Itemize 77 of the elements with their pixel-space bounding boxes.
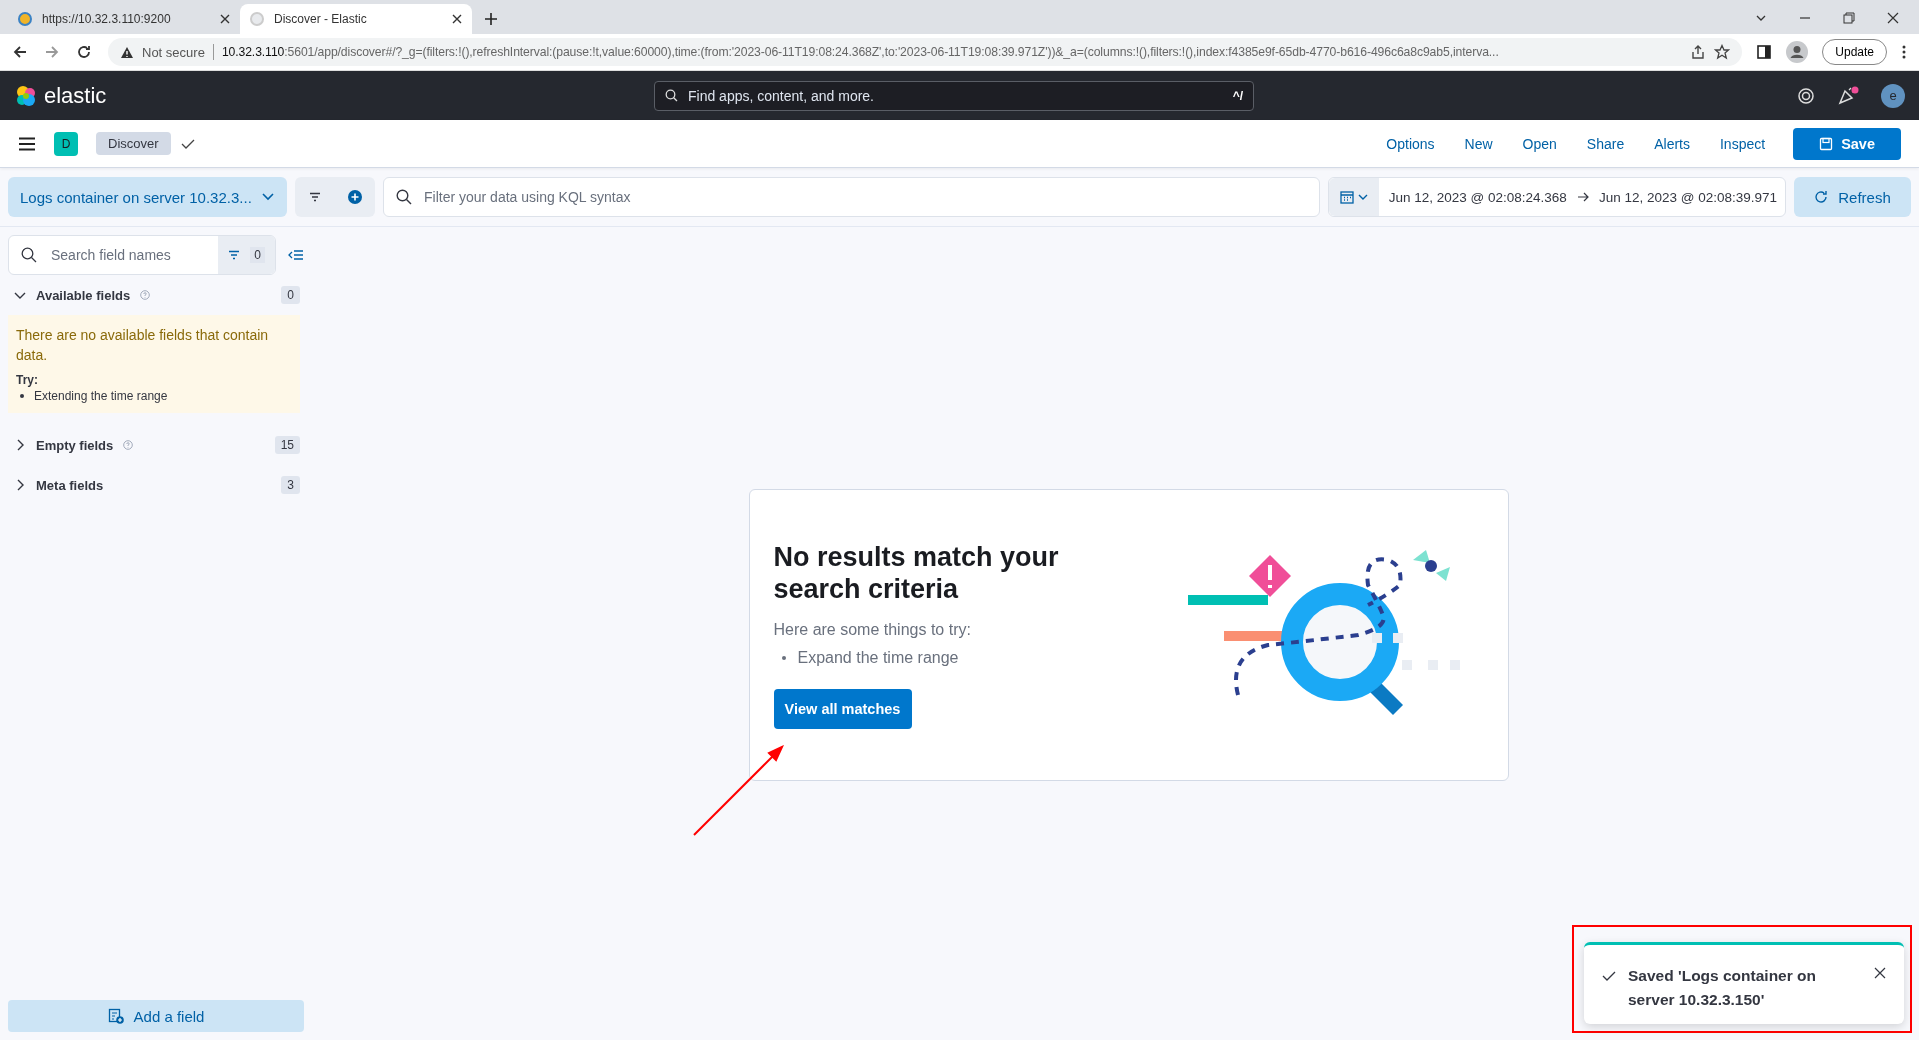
menu-icon[interactable] (18, 136, 36, 151)
field-count-badge: 0 (281, 286, 300, 304)
close-icon[interactable] (1874, 967, 1886, 979)
search-icon (665, 89, 678, 102)
add-field-icon (107, 1008, 124, 1024)
logo-icon[interactable] (14, 83, 38, 108)
star-icon[interactable] (1714, 44, 1731, 60)
toolbar-link[interactable]: Inspect (1720, 135, 1766, 152)
callout-suggestion: Extending the time range (34, 389, 168, 403)
refresh-button[interactable]: Refresh (1794, 177, 1911, 217)
user-avatar[interactable]: e (1881, 83, 1905, 108)
start-date[interactable]: Jun 12, 2023 @ 02:08:24.368 (1388, 189, 1567, 205)
url-text: 10.32.3.110:5601/app/discover#/?_g=(filters:!(),refreshInterval:(pause:!t,value:60000),time:(from:'2023-06-11T19:08:24.368Z',to:'2023-06-11T19:08:39.971Z'))&_a=(columns:!(),filters:!(),index:f4385e9f-65db-4770-b616-496c6a8c9ab5,interva... (221, 45, 1500, 59)
suggestion-text: Expand the time range (797, 649, 959, 667)
forward-icon[interactable] (44, 44, 60, 60)
newsfeed-icon[interactable] (1837, 85, 1859, 106)
empty-state-subtitle: Here are some things to try: (773, 621, 972, 639)
back-icon[interactable] (12, 44, 28, 60)
help-icon[interactable] (1797, 86, 1815, 105)
toolbar-link[interactable]: Open (1522, 135, 1557, 152)
filter-icon (309, 192, 321, 202)
field-filter-button[interactable]: 0 (218, 236, 275, 274)
field-group-title[interactable]: Empty fields (36, 437, 114, 453)
close-icon[interactable] (1887, 12, 1899, 24)
empty-state-title: No results match your search criteria (773, 541, 1060, 605)
shortcut-hint: ^/ (1232, 88, 1243, 103)
callout-message: There are no available fields that contain data. (16, 326, 270, 365)
add-tab-icon[interactable] (484, 12, 498, 26)
view-all-matches-button[interactable]: View all matches (773, 689, 912, 729)
save-icon (1819, 136, 1834, 151)
callout-try-label: Try: (16, 373, 39, 387)
chevron-down-icon (261, 192, 275, 202)
update-button[interactable]: Update (1822, 39, 1887, 65)
data-view-selector[interactable]: Logs container on server 10.32.3... (8, 177, 287, 217)
space-avatar[interactable]: D (54, 131, 78, 156)
add-field-button[interactable]: Add a field (8, 1000, 304, 1032)
field-count-badge: 3 (281, 476, 300, 494)
profile-icon[interactable] (1786, 41, 1809, 63)
toolbar-link[interactable]: Options (1386, 135, 1435, 152)
field-group-title[interactable]: Meta fields (36, 477, 104, 493)
field-count-badge: 15 (274, 436, 300, 454)
refresh-icon (1814, 190, 1829, 204)
save-button[interactable]: Save (1793, 127, 1901, 160)
search-icon (396, 189, 412, 205)
browser-tab[interactable]: Discover - Elastic (240, 4, 472, 34)
toolbar-link[interactable]: Share (1586, 135, 1625, 152)
calendar-icon (1339, 190, 1354, 204)
close-icon[interactable] (452, 14, 462, 24)
sidebar-icon[interactable] (1756, 44, 1773, 60)
filter-icon (228, 250, 241, 260)
arrow-right-icon (1576, 192, 1589, 202)
plus-circle-icon (347, 189, 363, 205)
collapse-icon[interactable] (288, 249, 304, 261)
close-icon[interactable] (220, 14, 230, 24)
browser-tab[interactable]: https://10.32.3.110:9200 (8, 4, 240, 34)
global-search-field[interactable]: Find apps, content, and more. (686, 80, 1225, 111)
check-icon (180, 137, 195, 150)
warning-icon (120, 45, 134, 59)
more-icon[interactable] (1901, 44, 1907, 60)
end-date[interactable]: Jun 12, 2023 @ 02:08:39.971 (1598, 189, 1777, 205)
quick-menu-button[interactable] (1328, 178, 1379, 216)
logo-text[interactable]: elastic (44, 82, 107, 109)
share-icon[interactable] (1690, 44, 1707, 60)
restore-icon[interactable] (1843, 12, 1855, 24)
search-icon (21, 247, 37, 263)
chevron-down-icon (1357, 193, 1368, 201)
check-icon (1602, 970, 1616, 982)
reload-icon[interactable] (76, 44, 92, 60)
field-search-bar[interactable]: Search field names 0 (8, 235, 276, 275)
toolbar-link[interactable]: New (1464, 135, 1493, 152)
global-search-bar[interactable]: Find apps, content, and more. ^/ (654, 80, 1254, 111)
field-group-title[interactable]: Available fields (36, 287, 131, 303)
toolbar-link[interactable]: Alerts (1654, 135, 1690, 152)
breadcrumb[interactable]: Discover (96, 132, 171, 155)
security-label: Not secure (142, 44, 205, 60)
toast-message: Saved 'Logs container on server 10.32.3.150' (1628, 966, 1817, 1010)
address-bar[interactable] (108, 38, 1743, 66)
